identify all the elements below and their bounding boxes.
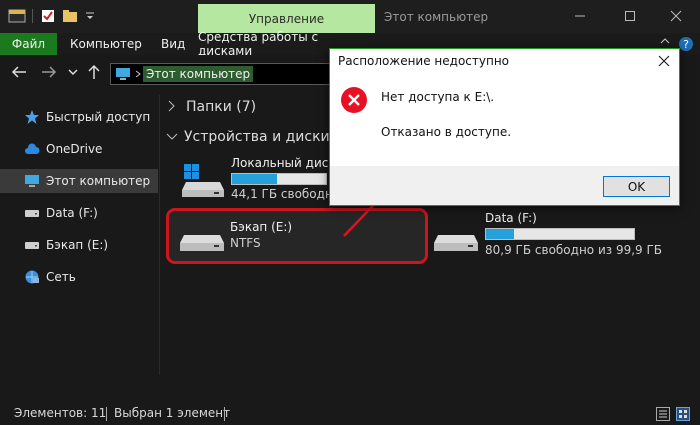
close-icon <box>658 55 670 67</box>
drive-local-disk[interactable]: Локальный диск ( 44,1 ГБ свободно <box>176 154 344 203</box>
navigation-pane: Быстрый доступ OneDrive Этот компьютер D… <box>0 95 158 370</box>
drive-icon <box>24 205 40 221</box>
computer-icon <box>24 173 40 189</box>
status-bar: Элементов: 11 Выбран 1 элемент <box>0 402 700 425</box>
details-view-icon[interactable] <box>656 407 670 424</box>
breadcrumb-chevron-icon[interactable] <box>135 70 141 78</box>
drive-backup-e[interactable]: Бэкап (E:) NTFS <box>176 216 416 260</box>
properties-icon[interactable] <box>40 6 56 26</box>
dialog-message: Нет доступа к E:\. <box>381 90 495 104</box>
up-button[interactable] <box>85 63 103 81</box>
sidebar-item-onedrive[interactable]: OneDrive <box>0 137 158 161</box>
dialog-body: Нет доступа к E:\. Отказано в доступе. <box>330 73 679 166</box>
maximize-button[interactable] <box>615 6 645 26</box>
ok-button[interactable]: OK <box>603 176 670 197</box>
error-icon <box>341 87 367 113</box>
arrow-right-icon <box>42 66 57 78</box>
minimize-button[interactable] <box>565 6 595 26</box>
drive-data-f[interactable]: Data (F:) 80,9 ГБ свободно из 99,9 ГБ <box>432 210 662 260</box>
address-bar[interactable]: Этот компьютер <box>110 63 340 85</box>
window-title: Этот компьютер <box>384 10 489 24</box>
sidebar-item-network[interactable]: Сеть <box>0 265 158 289</box>
group-folders[interactable]: Папки (7) <box>168 99 256 115</box>
new-folder-icon[interactable] <box>62 6 78 26</box>
back-button[interactable] <box>10 63 28 81</box>
minimize-icon <box>575 15 585 17</box>
dialog-detail: Отказано в доступе. <box>381 125 512 139</box>
status-selected: Выбран 1 элемент <box>114 406 231 420</box>
svg-text:?: ? <box>683 38 689 51</box>
recent-locations-button[interactable] <box>64 63 82 81</box>
tab-view[interactable]: Вид <box>161 33 185 55</box>
maximize-icon <box>625 11 635 21</box>
group-devices[interactable]: Устройства и диски (4 <box>166 129 348 145</box>
close-button[interactable] <box>661 6 691 26</box>
chevron-right-icon <box>168 100 182 115</box>
windows-drive-icon <box>180 164 226 203</box>
close-icon <box>670 10 682 22</box>
dialog-close-button[interactable] <box>655 52 673 70</box>
dialog-footer: OK <box>330 166 679 205</box>
tiles-view-icon[interactable] <box>676 407 690 424</box>
drive-usage-bar <box>231 173 327 185</box>
help-icon[interactable]: ? <box>678 36 694 52</box>
arrow-left-icon <box>11 66 26 78</box>
drive-icon <box>24 237 40 253</box>
context-tab-title: Управление <box>198 4 375 33</box>
sidebar-item-quick-access[interactable]: Быстрый доступ <box>0 105 158 129</box>
status-items-count: Элементов: 11 <box>14 406 107 420</box>
address-path[interactable]: Этот компьютер <box>143 66 254 82</box>
forward-button[interactable] <box>40 63 58 81</box>
drive-usage-bar <box>485 228 635 240</box>
drive-icon <box>178 234 226 257</box>
arrow-up-icon <box>88 64 100 79</box>
computer-icon <box>115 67 131 81</box>
sidebar-item-backup-e[interactable]: Бэкап (E:) <box>0 233 158 257</box>
tab-file[interactable]: Файл <box>0 33 57 55</box>
tab-computer[interactable]: Компьютер <box>70 33 142 55</box>
customize-toolbar-icon[interactable] <box>84 6 96 26</box>
pane-divider[interactable] <box>159 95 160 375</box>
dialog-title: Расположение недоступно <box>330 49 679 73</box>
star-icon <box>24 109 40 125</box>
chevron-down-icon <box>166 130 180 144</box>
network-icon <box>24 269 40 285</box>
chevron-down-icon <box>68 69 78 76</box>
app-icon <box>8 6 26 26</box>
sidebar-item-this-pc[interactable]: Этот компьютер <box>0 169 158 193</box>
sidebar-item-data-f[interactable]: Data (F:) <box>0 201 158 225</box>
expand-ribbon-icon[interactable] <box>660 36 670 46</box>
cloud-icon <box>24 141 40 157</box>
title-bar: Управление Этот компьютер <box>0 0 700 33</box>
error-dialog: Расположение недоступно Нет доступа к E:… <box>329 48 680 206</box>
drive-icon <box>432 234 480 257</box>
